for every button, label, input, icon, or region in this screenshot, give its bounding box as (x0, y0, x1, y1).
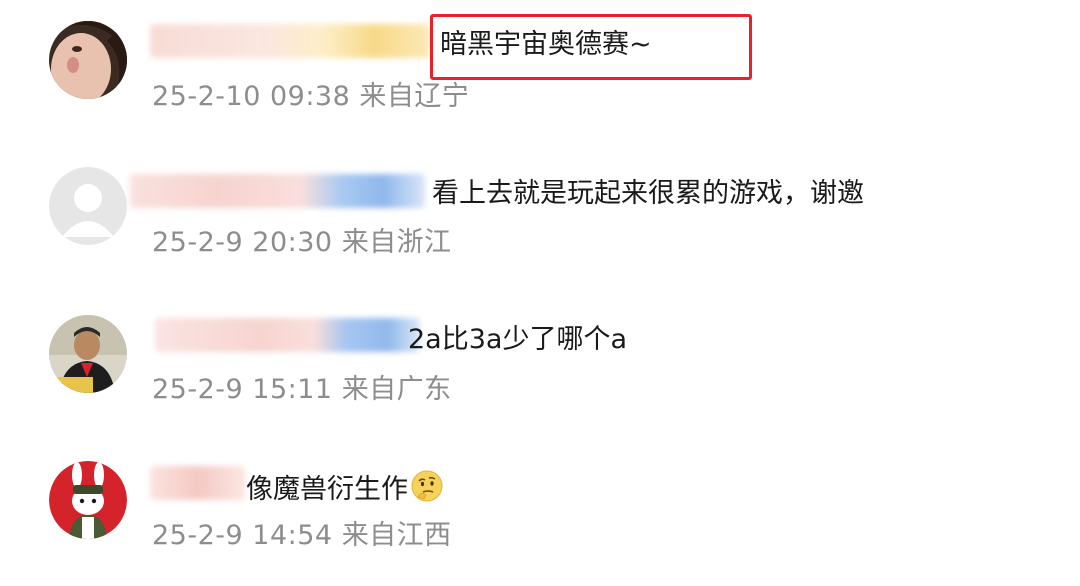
avatar[interactable] (49, 461, 127, 539)
timestamp: 25-2-9 15:11 (152, 374, 333, 405)
default-avatar-icon[interactable] (49, 167, 127, 245)
comment-meta: 25-2-9 20:30 来自浙江 (152, 226, 452, 260)
thinking-face-emoji (410, 469, 444, 512)
comment-meta: 25-2-9 15:11 来自广东 (152, 373, 452, 407)
timestamp: 25-2-9 14:54 (152, 520, 333, 551)
avatar[interactable] (49, 315, 127, 393)
location: 来自江西 (341, 520, 452, 551)
username-blurred[interactable] (150, 466, 245, 500)
username-blurred[interactable] (130, 174, 425, 208)
comment-text: 2a比3a少了哪个a (408, 324, 627, 355)
location: 来自浙江 (341, 227, 452, 258)
comment-list: 暗黑宇宙奥德赛~ 25-2-10 09:38 来自辽宁 看上去就是玩起来很累的游… (0, 0, 1080, 586)
location: 来自广东 (341, 374, 452, 405)
comment-text: 像魔兽衍生作 (246, 469, 444, 512)
comment-meta: 25-2-9 14:54 来自江西 (152, 519, 452, 553)
comment-item: 像魔兽衍生作 25-2-9 14:54 来自江西 (0, 0, 1080, 551)
username-blurred[interactable] (155, 318, 420, 352)
comment-text: 看上去就是玩起来很累的游戏，谢邀 (432, 178, 864, 209)
comment-text-content: 像魔兽衍生作 (246, 474, 408, 505)
timestamp: 25-2-9 20:30 (152, 227, 333, 258)
